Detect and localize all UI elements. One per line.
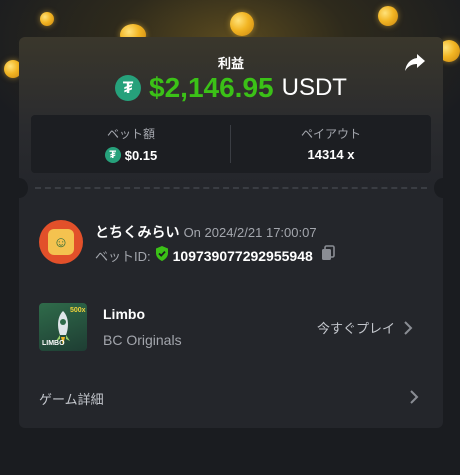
avatar[interactable]: ☺ [39, 220, 83, 264]
currency-label: USDT [281, 74, 347, 101]
game-name: Limbo [103, 306, 145, 322]
share-icon[interactable] [404, 53, 426, 73]
copy-icon[interactable] [321, 245, 335, 266]
payout-stat: ペイアウト 14314 x [231, 125, 431, 162]
payout-label: ペイアウト [300, 127, 361, 141]
coin-decoration [230, 12, 254, 36]
tether-icon: ₮ [115, 75, 142, 101]
tether-icon: ₮ [104, 147, 121, 163]
chevron-right-icon [410, 390, 419, 404]
profit-label: 利益 [217, 56, 244, 71]
bet-stats-panel: ベット額 ₮ $0.15 ペイアウト 14314 x [31, 115, 431, 173]
bet-id-value: 109739077292955948 [172, 247, 313, 264]
ticket-notch-right [434, 178, 443, 198]
thumb-title: LIMBO [42, 340, 65, 347]
play-now-button[interactable]: 今すぐプレイ [317, 318, 413, 337]
bet-amount-value: $0.15 [124, 147, 158, 163]
thumb-badge: 500x [70, 307, 86, 314]
chevron-right-icon [404, 320, 413, 335]
dashed-separator [35, 187, 427, 189]
play-now-label: 今すぐプレイ [317, 321, 396, 336]
game-details-label: ゲーム詳細 [39, 392, 104, 407]
bet-amount-value-row: ₮ $0.15 [31, 147, 231, 163]
game-details-row[interactable]: ゲーム詳細 [39, 383, 429, 411]
coin-decoration [40, 12, 54, 26]
user-row: ☺ とちくみらい On 2024/2/21 17:00:07 ベットID: 109… [39, 220, 429, 266]
game-provider: BC Originals [103, 332, 182, 348]
avatar-image: ☺ [48, 229, 74, 255]
coin-decoration [378, 6, 398, 26]
user-name-line: とちくみらい On 2024/2/21 17:00:07 [95, 222, 317, 242]
payout-value: 14314 x [307, 147, 355, 162]
game-thumbnail[interactable]: 500x LIMBO [39, 303, 87, 351]
bet-id-label: ベットID: [95, 249, 151, 264]
bet-amount-label: ベット額 [106, 127, 155, 141]
user-name[interactable]: とちくみらい [95, 224, 180, 240]
game-row[interactable]: 500x LIMBO Limbo BC Originals 今すぐプレイ [39, 303, 429, 353]
verified-shield-icon [155, 245, 169, 266]
bet-date: On 2024/2/21 17:00:07 [183, 225, 317, 240]
profit-amount: $2,146.95 [149, 72, 274, 103]
bet-id-line: ベットID: 109739077292955948 [95, 245, 335, 266]
bet-amount-stat: ベット額 ₮ $0.15 [31, 125, 231, 163]
bet-detail-card: 利益 ₮ $2,146.95 USDT ベット額 ₮ $0.15 ペイアウト 1… [19, 37, 443, 428]
profit-amount-row: ₮ $2,146.95 USDT [19, 71, 443, 105]
